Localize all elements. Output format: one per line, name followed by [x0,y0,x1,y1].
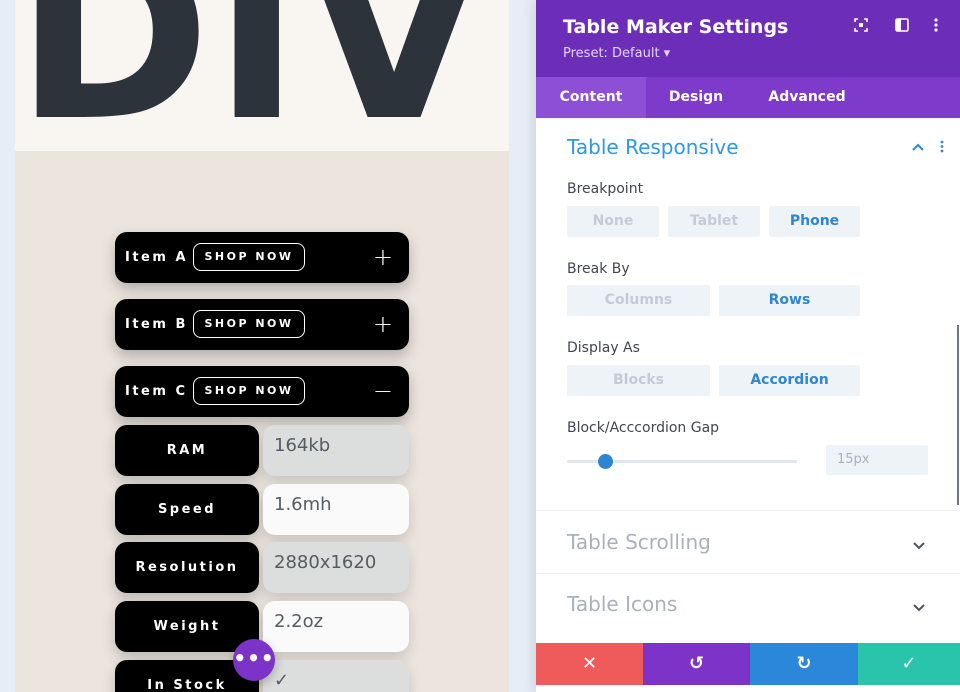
divider [536,573,960,574]
row-value-in-stock: ✓ [263,660,409,692]
accordion-item-a[interactable]: Item A SHOP NOW + [115,232,409,283]
break-by-option-columns[interactable]: Columns [567,285,710,316]
tab-bar: Content Design Advanced [536,77,960,118]
accordion-label: Item B [125,317,188,332]
display-as-option-accordion[interactable]: Accordion [719,365,860,396]
breakpoint-option-none[interactable]: None [567,206,659,237]
accordion-label: Item C [125,384,188,399]
row-value-speed: 1.6mh [263,484,409,535]
cancel-button[interactable]: ✕ [536,643,643,685]
undo-button[interactable]: ↺ [643,643,750,685]
chevron-up-icon[interactable] [912,139,924,155]
accordion-item-c[interactable]: Item C SHOP NOW − [115,366,409,417]
tab-advanced[interactable]: Advanced [756,77,858,118]
chevron-down-icon[interactable] [913,600,925,616]
section-title-responsive[interactable]: Table Responsive [567,135,739,159]
expand-icon[interactable]: + [373,299,393,350]
panel-footer: ✕ ↺ ↻ ✓ [536,643,960,685]
panel-title: Table Maker Settings [563,16,789,38]
hero-text: DIVI [15,0,509,151]
breakpoint-option-tablet[interactable]: Tablet [668,206,760,237]
tab-design[interactable]: Design [646,77,746,118]
row-key-speed: Speed [115,484,259,535]
tab-content[interactable]: Content [536,77,646,118]
row-key-ram: RAM [115,425,259,476]
panel-header: Table Maker Settings Preset: Default ▾ [536,0,960,77]
row-key-resolution: Resolution [115,542,259,593]
row-key-weight: Weight [115,601,259,652]
shop-now-button[interactable]: SHOP NOW [193,310,305,338]
page-preview: DIVI Item A SHOP NOW + Item B SHOP NOW +… [15,0,509,692]
more-vertical-icon[interactable] [927,18,945,36]
focus-icon[interactable] [852,18,870,36]
chevron-down-icon[interactable] [913,538,925,554]
break-by-option-rows[interactable]: Rows [719,285,860,316]
row-value-resolution: 2880x1620 [263,542,409,593]
split-view-icon[interactable] [893,18,911,36]
accordion-label: Item A [125,250,189,265]
break-by-label: Break By [567,261,630,277]
gap-label: Block/Acccordion Gap [567,420,720,436]
row-value-weight: 2.2oz [263,601,409,652]
display-as-label: Display As [567,340,640,356]
breakpoint-option-phone[interactable]: Phone [769,206,860,237]
scrollbar[interactable] [957,325,959,505]
save-button[interactable]: ✓ [858,643,960,685]
gap-input[interactable]: 15px [826,445,928,475]
expand-icon[interactable]: + [373,232,393,283]
accordion-item-b[interactable]: Item B SHOP NOW + [115,299,409,350]
row-value-ram: 164kb [263,425,409,476]
gap-slider-handle[interactable] [598,454,613,469]
shop-now-button[interactable]: SHOP NOW [193,243,305,271]
section-title-scrolling[interactable]: Table Scrolling [567,530,711,554]
shop-now-button[interactable]: SHOP NOW [193,377,305,405]
more-options-button[interactable]: ••• [233,639,275,681]
section-menu-icon[interactable] [940,140,944,157]
hero-banner: DIVI [15,0,509,151]
section-title-icons[interactable]: Table Icons [567,592,677,616]
collapse-icon[interactable]: − [373,366,393,417]
divider [536,510,960,511]
redo-button[interactable]: ↻ [750,643,858,685]
display-as-option-blocks[interactable]: Blocks [567,365,710,396]
preset-dropdown[interactable]: Preset: Default ▾ [563,46,670,61]
settings-panel: Table Maker Settings Preset: Default ▾ C… [536,0,960,692]
breakpoint-label: Breakpoint [567,181,644,197]
